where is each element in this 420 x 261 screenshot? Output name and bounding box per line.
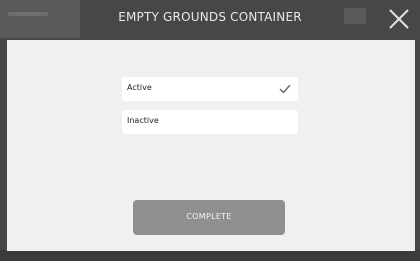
complete-button-label: COMPLETE [186,212,232,221]
background-bottom-bar [0,250,420,261]
modal-body: Active Inactive COMPLETE [7,40,415,251]
option-label: Active [127,83,152,92]
option-label: Inactive [127,116,159,125]
option-active[interactable]: Active [122,77,298,101]
option-inactive[interactable]: Inactive [122,110,298,134]
complete-button[interactable]: COMPLETE [133,200,285,235]
close-icon [389,9,409,29]
modal-header: EMPTY GROUNDS CONTAINER [0,0,420,38]
checkmark-icon [279,84,291,94]
modal-title: EMPTY GROUNDS CONTAINER [118,10,302,24]
close-button[interactable] [386,6,412,32]
